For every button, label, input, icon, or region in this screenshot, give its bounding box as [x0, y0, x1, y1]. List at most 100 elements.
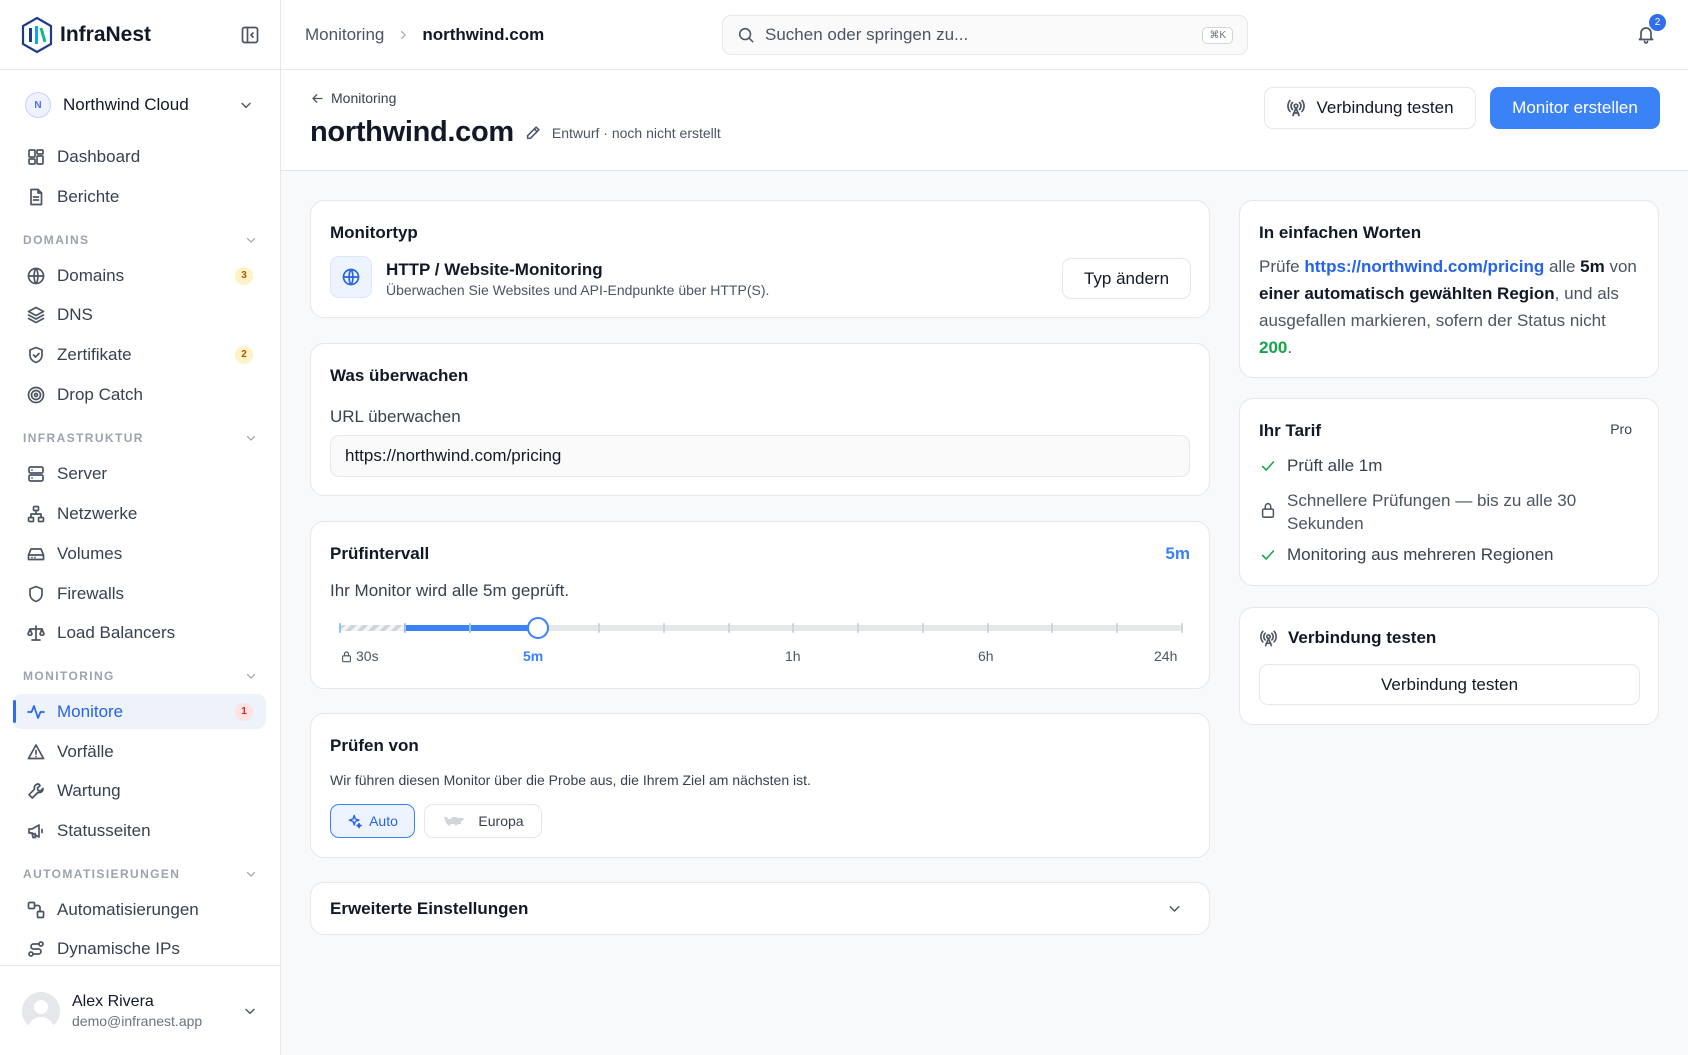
test-connection-button[interactable]: Verbindung testen: [1264, 87, 1476, 129]
infranest-logo-icon: [21, 16, 53, 53]
current-interval-value: 5m: [1165, 544, 1190, 563]
nav-maintenance[interactable]: Wartung: [13, 773, 266, 808]
section-infrastructure[interactable]: INFRASTRUKTUR: [23, 431, 258, 445]
create-monitor-button[interactable]: Monitor erstellen: [1490, 87, 1660, 129]
user-menu[interactable]: Alex Rivera demo@infranest.app: [0, 965, 280, 1055]
breadcrumb-current: northwind.com: [422, 25, 545, 44]
nav-label: Vorfälle: [57, 741, 114, 761]
route-icon: [28, 940, 44, 957]
plan-feature: Prüft alle 1m: [1259, 456, 1382, 476]
user-name: Alex Rivera: [72, 992, 154, 1010]
card-title: Erweiterte Einstellungen: [330, 899, 529, 918]
summary-text: Prüfe https://northwind.com/pricing alle…: [1259, 253, 1639, 361]
nav-volumes[interactable]: Volumes: [13, 536, 266, 571]
slider-fill: [404, 625, 538, 631]
nav-incidents[interactable]: Vorfälle: [13, 734, 266, 769]
nav-networks[interactable]: Netzwerke: [13, 496, 266, 531]
brand-name: InfraNest: [60, 22, 152, 46]
breadcrumb: Monitoring northwind.com: [305, 25, 544, 45]
region-option-europe[interactable]: Europa: [424, 804, 542, 838]
nav-firewalls[interactable]: Firewalls: [13, 576, 266, 611]
europe-map-icon: [444, 817, 465, 826]
advanced-settings-card[interactable]: Erweiterte Einstellungen: [310, 882, 1210, 935]
summary-region: einer automatisch gewählten Region: [1259, 284, 1555, 303]
plan-feature-locked: Schnellere Prüfungen — bis zu alle 30 Se…: [1259, 489, 1639, 535]
check-interval-card: Prüfintervall 5m Ihr Monitor wird alle 5…: [310, 521, 1210, 689]
summary-status-code: 200: [1259, 338, 1288, 357]
check-icon: [1261, 461, 1275, 471]
test-connection-card: Verbindung testen Verbindung testen: [1239, 607, 1659, 725]
nav-certificates[interactable]: Zertifikate 2: [13, 337, 266, 372]
section-automations[interactable]: AUTOMATISIERUNGEN: [23, 867, 258, 881]
nav-label: Automatisierungen: [57, 899, 199, 919]
nav-dns[interactable]: DNS: [13, 297, 266, 332]
back-link[interactable]: Monitoring: [310, 90, 396, 106]
tick-6h: 6h: [978, 648, 994, 664]
change-type-label: Typ ändern: [1083, 268, 1170, 288]
interval-slider[interactable]: [339, 617, 1183, 639]
section-monitoring[interactable]: MONITORING: [23, 669, 258, 683]
nav-reports[interactable]: Berichte: [13, 179, 266, 214]
user-email: demo@infranest.app: [72, 1012, 203, 1029]
card-title: In einfachen Worten: [1259, 223, 1422, 242]
url-field-label: URL überwachen: [330, 407, 461, 426]
page-title: northwind.com: [310, 116, 514, 148]
search-shortcut: ⌘K: [1202, 26, 1233, 44]
card-title-label: Verbindung testen: [1288, 628, 1437, 647]
sidebar-collapse-icon[interactable]: [240, 25, 260, 45]
chevron-right-icon: [401, 30, 407, 40]
slider-thumb[interactable]: [526, 617, 549, 639]
activity-icon: [27, 704, 45, 719]
search-input[interactable]: Suchen oder springen zu... ⌘K: [722, 15, 1248, 55]
wrench-icon: [28, 782, 44, 799]
slider-tick: [1181, 623, 1183, 633]
lock-icon: [342, 650, 351, 662]
tick-1h: 1h: [785, 648, 801, 664]
test-connection-card-button[interactable]: Verbindung testen: [1259, 664, 1640, 705]
chevron-down-icon: [246, 436, 256, 441]
nav-domains[interactable]: Domains 3: [13, 258, 266, 293]
card-title: Prüfintervall: [330, 544, 430, 563]
nav-status-pages[interactable]: Statusseiten: [13, 813, 266, 848]
nav-server[interactable]: Server: [13, 456, 266, 491]
card-title: Prüfen von: [330, 736, 419, 755]
chevron-down-icon: [246, 872, 256, 877]
url-input[interactable]: [330, 435, 1190, 477]
nav-monitors[interactable]: Monitore 1: [13, 694, 266, 729]
globe-icon: [342, 268, 360, 286]
pencil-icon[interactable]: [524, 124, 542, 142]
create-monitor-label: Monitor erstellen: [1512, 98, 1638, 117]
region-option-auto[interactable]: Auto: [330, 804, 415, 838]
avatar: [22, 991, 60, 1030]
monitor-type-card: Monitortyp HTTP / Website-Monitoring Übe…: [310, 200, 1210, 318]
slider-tick: [598, 623, 601, 633]
nav-automations[interactable]: Automatisierungen: [13, 892, 266, 927]
slider-tick: [921, 623, 924, 633]
nav-load-balancers[interactable]: Load Balancers: [13, 615, 266, 650]
draft-status: Entwurf · noch nicht erstellt: [551, 124, 721, 141]
org-name: Northwind Cloud: [63, 95, 189, 114]
brand-header: InfraNest: [0, 0, 280, 70]
card-title: Was überwachen: [330, 366, 469, 385]
nav-dashboard[interactable]: Dashboard: [13, 139, 266, 174]
monitors-count-badge: 1: [235, 702, 253, 721]
test-connection-label: Verbindung testen: [1380, 674, 1519, 694]
search-placeholder: Suchen oder springen zu...: [765, 25, 969, 44]
section-domains[interactable]: DOMAINS: [23, 233, 258, 247]
tick-5m: 5m: [523, 648, 544, 664]
nav-label: Statusseiten: [57, 820, 151, 840]
breadcrumb-monitoring[interactable]: Monitoring: [305, 25, 384, 45]
page-header: Monitoring northwind.com Entwurf · noch …: [281, 70, 1688, 171]
org-switcher[interactable]: N Northwind Cloud: [0, 70, 280, 140]
section-label: AUTOMATISIERUNGEN: [23, 867, 181, 881]
nav-label: Netzwerke: [57, 503, 138, 523]
nav-label: Wartung: [57, 780, 121, 800]
nav-dynamic-ips[interactable]: Dynamische IPs: [13, 931, 266, 966]
card-title: Ihr Tarif: [1259, 421, 1322, 440]
notifications-button[interactable]: 2: [1636, 14, 1666, 44]
chevron-down-icon: [245, 1008, 255, 1014]
section-label: DOMAINS: [23, 233, 90, 247]
nav-drop-catch[interactable]: Drop Catch: [13, 377, 266, 412]
change-type-button[interactable]: Typ ändern: [1062, 258, 1191, 299]
radio-tower-icon: [1287, 99, 1306, 117]
